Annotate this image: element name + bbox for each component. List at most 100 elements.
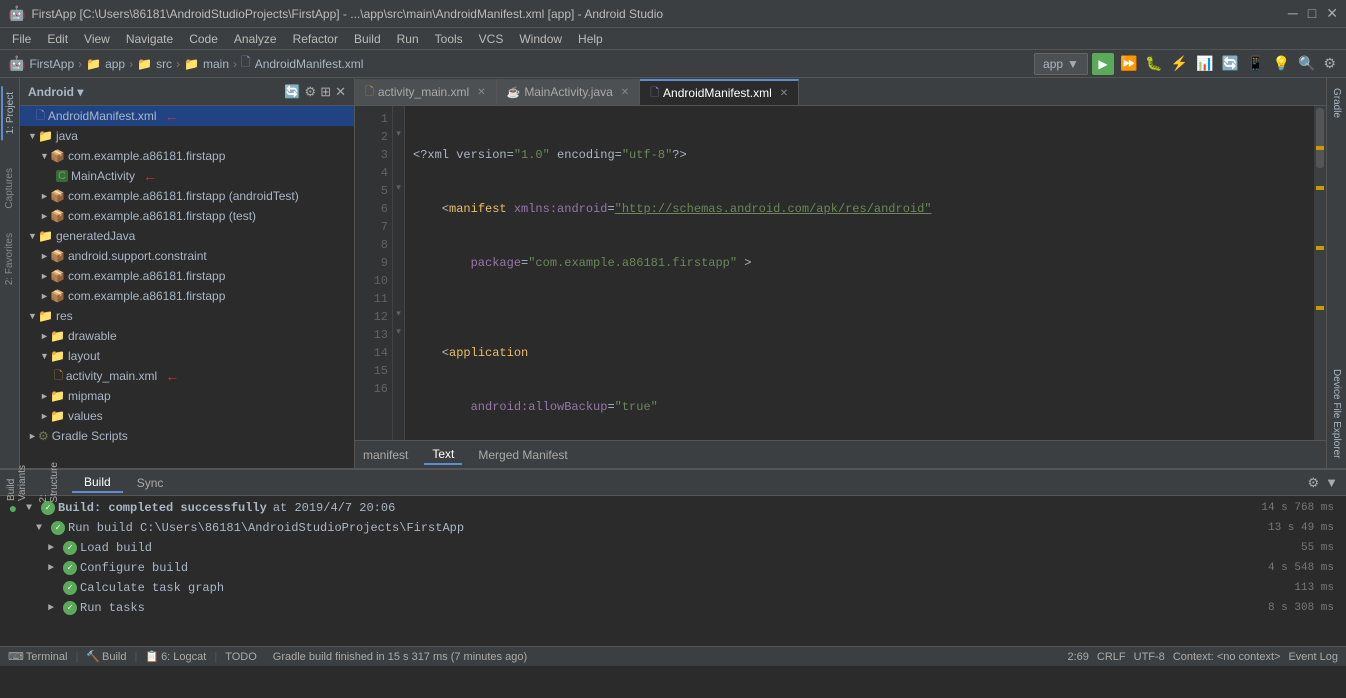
structure-side-label[interactable]: 2: Structure (36, 462, 62, 503)
menu-code[interactable]: Code (181, 28, 226, 50)
fold-indicator-12[interactable]: ▾ (393, 304, 404, 322)
menu-edit[interactable]: Edit (39, 28, 76, 50)
expand-icon[interactable]: ⊞ (320, 84, 331, 100)
tree-item-package2[interactable]: ► 📦 com.example.a86181.firstapp (android… (20, 186, 354, 206)
fold-indicator-13[interactable]: ▾ (393, 322, 404, 340)
tree-item-values[interactable]: ► 📁 values (20, 406, 354, 426)
build-panel-settings[interactable]: ⚙ (1307, 475, 1319, 491)
event-log-button[interactable]: Event Log (1288, 651, 1338, 663)
sync-tab[interactable]: Sync (125, 474, 176, 492)
captures-tab[interactable]: Captures (2, 162, 17, 215)
toolbar-btn-1[interactable]: ⏩ (1118, 55, 1139, 72)
toolbar-btn-6[interactable]: 📱 (1245, 55, 1266, 72)
device-explorer-tab[interactable]: Device File Explorer (1329, 363, 1344, 464)
settings-button[interactable]: ⚙ (1321, 55, 1338, 72)
title-text: FirstApp [C:\Users\86181\AndroidStudioPr… (31, 7, 1279, 21)
menu-window[interactable]: Window (511, 28, 570, 50)
fold-indicator-2[interactable]: ▾ (393, 124, 404, 142)
close-button[interactable]: ✕ (1326, 5, 1338, 22)
menu-tools[interactable]: Tools (427, 28, 471, 50)
run-button[interactable]: ▶ (1092, 53, 1114, 75)
tree-item-package5[interactable]: ► 📦 com.example.a86181.firstapp (20, 286, 354, 306)
breadcrumb-firstapp[interactable]: FirstApp (29, 57, 74, 71)
tab-actmain-close[interactable]: ✕ (477, 87, 485, 98)
tab-activity-main[interactable]: 🗋 activity_main.xml ✕ (355, 79, 497, 105)
toolbar-btn-7[interactable]: 💡 (1271, 55, 1292, 72)
code-content[interactable]: <?xml version="1.0" encoding="utf-8"?> <… (405, 106, 1314, 440)
build-status-button[interactable]: 🔨 Build (86, 650, 126, 663)
tab-mainactivity-java[interactable]: ☕ MainActivity.java ✕ (497, 79, 641, 105)
gen-label: generatedJava (56, 229, 135, 243)
sync-icon[interactable]: 🔄 (284, 84, 300, 100)
red-arrow-activity: ← (143, 168, 157, 184)
breadcrumb-src[interactable]: src (156, 57, 172, 71)
menu-build[interactable]: Build (346, 28, 389, 50)
dropdown-icon: ▼ (1067, 57, 1079, 71)
breadcrumb-main[interactable]: main (203, 57, 229, 71)
toolbar-btn-4[interactable]: 📊 (1194, 55, 1215, 72)
project-panel-tab[interactable]: 1: Project (1, 86, 18, 140)
tree-item-activity-main[interactable]: 🗋 activity_main.xml ← (20, 366, 354, 386)
build-variants-side-label[interactable]: Build Variants (4, 465, 30, 501)
editor-scrollbar[interactable] (1314, 106, 1326, 440)
tree-item-package4[interactable]: ► 📦 com.example.a86181.firstapp (20, 266, 354, 286)
menu-vcs[interactable]: VCS (471, 28, 512, 50)
tree-item-package1[interactable]: ▼ 📦 com.example.a86181.firstapp (20, 146, 354, 166)
tree-item-gradle-scripts[interactable]: ► ⚙ Gradle Scripts (20, 426, 354, 446)
tree-item-res[interactable]: ▼ 📁 res (20, 306, 354, 326)
pkg1-icon: 📦 (50, 149, 65, 163)
load-build-time: 55 ms (1301, 542, 1342, 554)
tab-manifest-close[interactable]: ✕ (780, 88, 788, 99)
toolbar-btn-5[interactable]: 🔄 (1220, 55, 1241, 72)
menu-refactor[interactable]: Refactor (285, 28, 346, 50)
menu-view[interactable]: View (76, 28, 118, 50)
gen-expand: ▼ (28, 231, 38, 241)
build-toggle-icon[interactable]: ● (5, 502, 21, 518)
breadcrumb-manifest[interactable]: AndroidManifest.xml (255, 57, 364, 71)
load-build-expand[interactable]: ► (48, 543, 60, 554)
tree-item-mipmap[interactable]: ► 📁 mipmap (20, 386, 354, 406)
const-icon: 📦 (50, 249, 65, 263)
tree-item-constraint[interactable]: ► 📦 android.support.constraint (20, 246, 354, 266)
menu-navigate[interactable]: Navigate (118, 28, 181, 50)
run-build-expand[interactable]: ▼ (36, 523, 48, 534)
tree-item-java[interactable]: ▼ 📁 java (20, 126, 354, 146)
tree-item-layout[interactable]: ▼ 📁 layout (20, 346, 354, 366)
tree-item-mainactivity[interactable]: C MainActivity ← (20, 166, 354, 186)
tab-java-close[interactable]: ✕ (621, 87, 629, 98)
build-tab[interactable]: Build (72, 473, 123, 493)
fold-indicator-5[interactable]: ▾ (393, 178, 404, 196)
tree-item-manifest[interactable]: 🗋 AndroidManifest.xml ← (20, 106, 354, 126)
logcat-button[interactable]: 📋 6: Logcat (145, 650, 206, 663)
menu-analyze[interactable]: Analyze (226, 28, 285, 50)
left-side-panels: 1: Project Captures 2: Favorites (0, 78, 20, 468)
maximize-button[interactable]: □ (1308, 5, 1316, 22)
configure-build-expand[interactable]: ► (48, 563, 60, 574)
run-config-selector[interactable]: app ▼ (1034, 53, 1088, 75)
calc-graph-icon: ✓ (63, 581, 77, 595)
settings-icon[interactable]: ⚙ (305, 84, 317, 100)
menu-help[interactable]: Help (570, 28, 611, 50)
minimize-button[interactable]: ─ (1288, 5, 1298, 22)
close-panel-icon[interactable]: ✕ (335, 84, 346, 100)
tree-item-package3[interactable]: ► 📦 com.example.a86181.firstapp (test) (20, 206, 354, 226)
favorites-tab[interactable]: 2: Favorites (2, 227, 17, 291)
build-panel-close[interactable]: ▼ (1325, 475, 1338, 490)
search-everywhere-button[interactable]: 🔍 (1296, 55, 1317, 72)
breadcrumb-app[interactable]: app (105, 57, 125, 71)
gradle-panel-tab[interactable]: Gradle (1329, 82, 1344, 124)
text-tab-button[interactable]: Text (424, 445, 462, 465)
run-tasks-expand[interactable]: ► (48, 603, 60, 614)
merged-manifest-tab-button[interactable]: Merged Manifest (470, 446, 575, 464)
menu-run[interactable]: Run (389, 28, 427, 50)
toolbar-btn-3[interactable]: ⚡ (1169, 55, 1190, 72)
build-root-expand[interactable]: ▼ (26, 503, 38, 514)
tree-item-generated[interactable]: ▼ 📁 generatedJava (20, 226, 354, 246)
code-editor: 12345 678910 1112131415 16 ▾ ▾ (355, 106, 1326, 440)
tree-item-drawable[interactable]: ► 📁 drawable (20, 326, 354, 346)
terminal-button[interactable]: ⌨ Terminal (8, 650, 67, 663)
toolbar-btn-2[interactable]: 🐛 (1143, 55, 1164, 72)
menu-file[interactable]: File (4, 28, 39, 50)
tab-android-manifest[interactable]: 🗋 AndroidManifest.xml ✕ (640, 79, 799, 105)
todo-button[interactable]: TODO (225, 651, 257, 663)
